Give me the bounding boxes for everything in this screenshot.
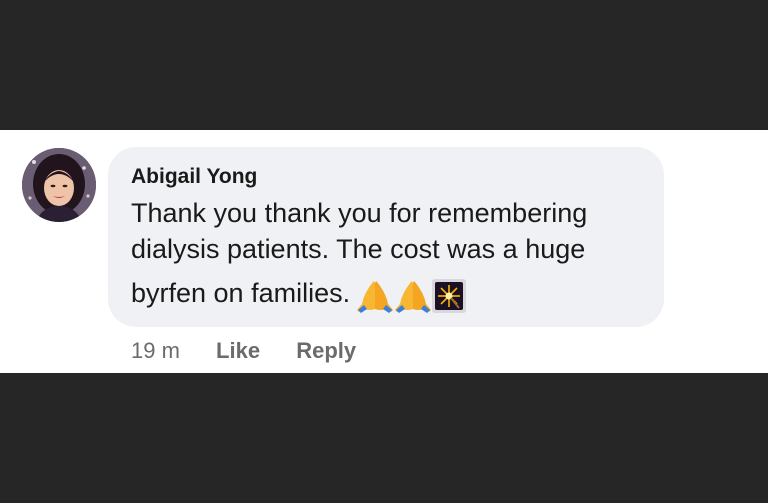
like-button[interactable]: Like <box>216 338 260 364</box>
sparkler-icon <box>432 279 467 322</box>
comment-text: Thank you thank you for remembering dial… <box>131 195 651 322</box>
comment-text-line-3: byrfen on families. <box>131 278 351 308</box>
comment-text-line: dialysis patients. The cost was a huge <box>131 234 586 264</box>
comment-text-line: byrfen on families. <box>131 275 651 322</box>
top-letterbox-band <box>0 0 768 130</box>
comment-timestamp[interactable]: 19 m <box>131 338 180 364</box>
folded-hands-icon <box>394 279 432 322</box>
reply-button[interactable]: Reply <box>296 338 356 364</box>
comment-author[interactable]: Abigail Yong <box>131 165 257 189</box>
avatar[interactable] <box>22 148 96 222</box>
comment-actions: 19 m Like Reply <box>131 338 356 364</box>
emoji-group <box>356 279 467 322</box>
comment-row: Abigail Yong Thank you thank you for rem… <box>0 130 768 373</box>
comment-text-line: Thank you thank you for remembering <box>131 198 588 228</box>
folded-hands-icon <box>356 279 394 322</box>
avatar-image <box>22 148 96 222</box>
comment-bubble: Abigail Yong Thank you thank you for rem… <box>108 147 664 327</box>
bottom-letterbox-band <box>0 373 768 503</box>
